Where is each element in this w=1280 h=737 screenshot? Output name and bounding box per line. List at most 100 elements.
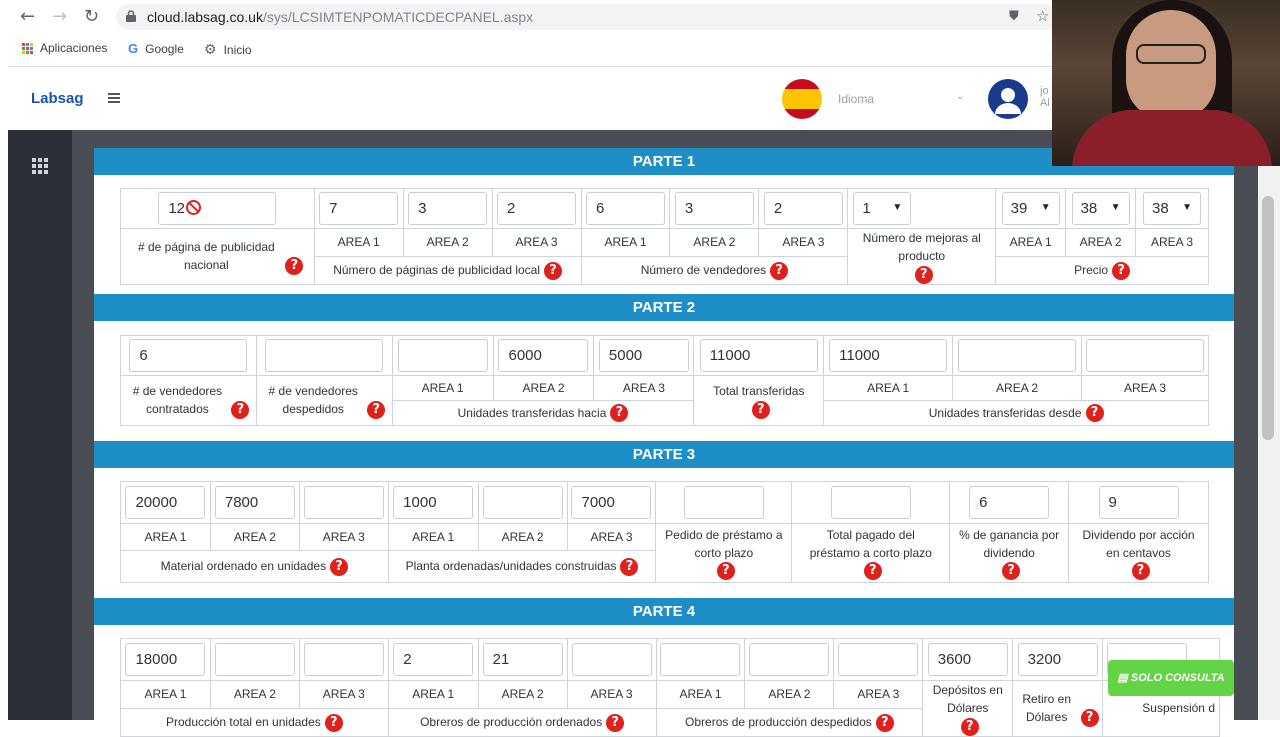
- obreros-ord-area3-input[interactable]: [571, 643, 652, 676]
- total-transf-input[interactable]: 11000: [699, 339, 818, 372]
- obreros-desp-area2-input[interactable]: [749, 643, 830, 676]
- material-area3-input[interactable]: [303, 486, 384, 519]
- transf-desde-area2-input[interactable]: [958, 339, 1077, 372]
- transf-desde-area3-input[interactable]: [1086, 339, 1204, 372]
- produccion-area2-input[interactable]: [214, 643, 295, 676]
- site-settings-icon[interactable]: ⛊: [1009, 8, 1019, 24]
- area-label: AREA 3: [566, 680, 657, 709]
- logo[interactable]: Labsag: [31, 90, 84, 107]
- material-area1-input[interactable]: 20000: [125, 486, 206, 519]
- forward-icon[interactable]: →: [52, 6, 67, 27]
- vendedores-area2-input[interactable]: 3: [674, 192, 754, 225]
- mejoras-select[interactable]: 1 ▼: [853, 192, 912, 225]
- total-pagado-input[interactable]: [830, 486, 911, 519]
- help-icon[interactable]: ?: [1080, 708, 1099, 727]
- avatar[interactable]: [988, 79, 1028, 119]
- transf-hacia-area3-input[interactable]: 5000: [598, 339, 689, 372]
- help-icon[interactable]: ?: [1085, 404, 1104, 423]
- help-icon[interactable]: ?: [716, 562, 735, 581]
- help-icon[interactable]: ?: [606, 713, 625, 732]
- help-icon[interactable]: ?: [1002, 562, 1021, 581]
- vendedores-area1-input[interactable]: 6: [585, 192, 665, 225]
- help-icon[interactable]: ?: [863, 562, 882, 581]
- area-label: AREA 1: [995, 228, 1067, 257]
- reload-icon[interactable]: ↻: [84, 6, 99, 27]
- transf-desde-area1-input[interactable]: 11000: [829, 339, 948, 372]
- vendedores-area3-input[interactable]: 2: [763, 192, 843, 225]
- label-text: Pedido de préstamo a corto plazo: [665, 527, 783, 560]
- area-label: AREA 3: [298, 680, 389, 709]
- retiro-input[interactable]: 3200: [1017, 643, 1098, 676]
- help-icon[interactable]: ?: [330, 557, 349, 576]
- pub-local-area2-input[interactable]: 3: [408, 192, 488, 225]
- scrollbar-thumb[interactable]: [1262, 196, 1274, 440]
- back-icon[interactable]: ←: [20, 6, 35, 27]
- contratados-input[interactable]: 6: [129, 339, 248, 372]
- help-icon[interactable]: ?: [620, 557, 639, 576]
- pub-local-area1-input[interactable]: 7: [319, 192, 399, 225]
- help-icon[interactable]: ?: [544, 261, 563, 280]
- help-icon[interactable]: ?: [1112, 261, 1131, 280]
- help-icon[interactable]: ?: [367, 400, 386, 419]
- dropdown-arrow-icon: ▼: [1182, 202, 1193, 213]
- solo-consulta-label: SOLO CONSULTA: [1130, 672, 1225, 684]
- produccion-area1-input[interactable]: 18000: [125, 643, 206, 676]
- obreros-ord-area2-input[interactable]: 21: [482, 643, 563, 676]
- apps-icon[interactable]: [32, 158, 48, 174]
- planta-area1-input[interactable]: 1000: [393, 486, 474, 519]
- total-pagado-label: Total pagado del préstamo a corto plazo?: [791, 523, 951, 583]
- precio-area2-select[interactable]: 38 ▼: [1071, 192, 1130, 225]
- help-icon[interactable]: ?: [285, 256, 304, 275]
- language-select[interactable]: Idioma: [838, 92, 874, 106]
- precio-label: Precio?: [995, 255, 1209, 285]
- label-text: Depósitos en Dólares: [932, 683, 1003, 715]
- hamburger-menu-icon[interactable]: [108, 93, 120, 103]
- help-icon[interactable]: ?: [914, 265, 933, 284]
- help-icon[interactable]: ?: [875, 713, 894, 732]
- solo-consulta-button[interactable]: ▤ SOLO CONSULTA: [1108, 660, 1234, 696]
- despedidos-input[interactable]: [265, 339, 384, 372]
- planta-area2-input[interactable]: [482, 486, 563, 519]
- help-icon[interactable]: ?: [960, 717, 979, 736]
- help-icon[interactable]: ?: [1131, 562, 1150, 581]
- ganancia-input[interactable]: 6: [969, 486, 1050, 519]
- prestamo-label: Pedido de préstamo a corto plazo?: [655, 523, 793, 583]
- help-icon[interactable]: ?: [610, 404, 629, 423]
- bookmark-aplicaciones[interactable]: Aplicaciones: [22, 41, 107, 55]
- pub-local-area3-input[interactable]: 2: [497, 192, 577, 225]
- area-label: AREA 2: [492, 375, 595, 401]
- address-bar[interactable]: cloud.labsag.co.uk/sys/LCSIMTENPOMATICDE…: [116, 4, 1060, 30]
- depositos-input[interactable]: 3600: [927, 643, 1008, 676]
- part-1-table: 12 7 3 2 6 3 2 1 ▼ 39 ▼ 38 ▼ 38 ▼ # de págin…: [120, 188, 1209, 285]
- star-icon[interactable]: ☆: [1036, 7, 1049, 25]
- obreros-desp-area3-input[interactable]: [838, 643, 919, 676]
- transf-hacia-area1-input[interactable]: [397, 339, 488, 372]
- planta-label: Planta ordenadas/unidades construidas?: [387, 550, 657, 583]
- dividendo-input[interactable]: 9: [1098, 486, 1179, 519]
- obreros-ord-area1-input[interactable]: 2: [393, 643, 474, 676]
- material-area2-input[interactable]: 7800: [214, 486, 295, 519]
- bookmark-inicio[interactable]: ⚙ Inicio: [204, 41, 252, 58]
- produccion-area3-input[interactable]: [303, 643, 384, 676]
- spain-flag-icon[interactable]: [782, 79, 822, 119]
- user-initials: jo: [1040, 85, 1049, 97]
- precio-area3-select[interactable]: 38 ▼: [1143, 192, 1202, 225]
- bookmark-google[interactable]: G Google: [128, 41, 184, 56]
- help-icon[interactable]: ?: [770, 261, 789, 280]
- user-role: Al: [1040, 97, 1050, 109]
- chevron-down-icon[interactable]: ⌄: [956, 91, 964, 102]
- obreros-desp-area1-input[interactable]: [660, 643, 741, 676]
- precio-area1-select[interactable]: 39 ▼: [1001, 192, 1060, 225]
- area-label: AREA 1: [391, 375, 494, 401]
- apps-grid-icon: [22, 42, 33, 54]
- prestamo-input[interactable]: [683, 486, 764, 519]
- pagina-nacional-input[interactable]: 12: [158, 192, 277, 225]
- sidebar: [8, 130, 72, 720]
- presenter-face: [1126, 10, 1216, 120]
- help-icon[interactable]: ?: [231, 400, 250, 419]
- transf-hacia-area2-input[interactable]: 6000: [498, 339, 589, 372]
- planta-area3-input[interactable]: 7000: [571, 486, 652, 519]
- help-icon[interactable]: ?: [324, 713, 343, 732]
- help-icon[interactable]: ?: [751, 400, 770, 419]
- ganancia-label: % de ganancia por dividendo?: [949, 523, 1070, 583]
